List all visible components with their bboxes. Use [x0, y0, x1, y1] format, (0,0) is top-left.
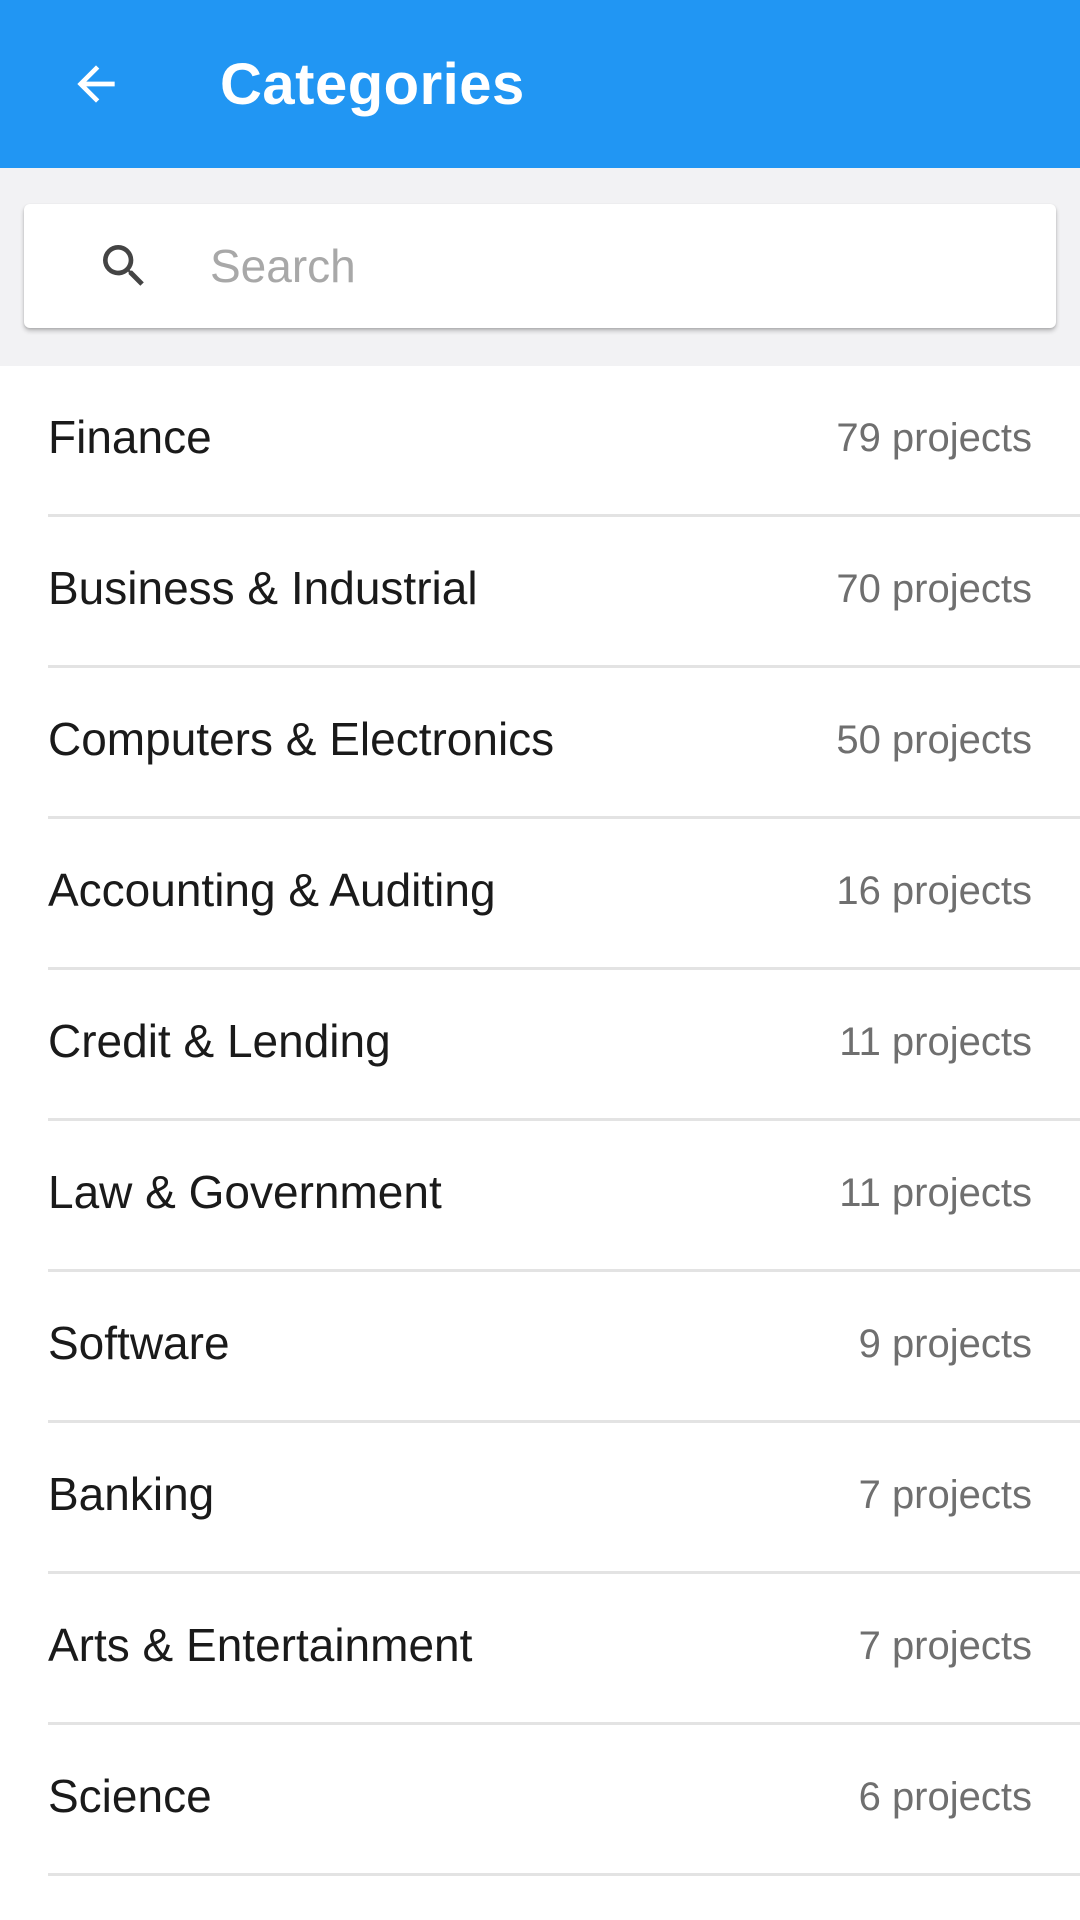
- category-count: 9 projects: [858, 1321, 1032, 1366]
- category-count: 79 projects: [836, 415, 1032, 460]
- page-title: Categories: [220, 51, 525, 117]
- category-count: 7 projects: [858, 1623, 1032, 1668]
- category-label: Credit & Lending: [48, 1015, 391, 1067]
- category-label: Accounting & Auditing: [48, 864, 496, 916]
- category-count: 50 projects: [836, 717, 1032, 762]
- category-row-law-government[interactable]: Law & Government 11 projects: [48, 1121, 1080, 1272]
- category-row-science[interactable]: Science 6 projects: [48, 1725, 1080, 1876]
- category-row-arts-entertainment[interactable]: Arts & Entertainment 7 projects: [48, 1574, 1080, 1725]
- arrow-left-icon: [77, 65, 115, 103]
- category-label: Business & Industrial: [48, 562, 478, 614]
- categories-screen: Categories Finance 79 projects Business …: [0, 0, 1080, 1920]
- category-row-banking[interactable]: Banking 7 projects: [48, 1423, 1080, 1574]
- category-label: Finance: [48, 411, 212, 463]
- back-button[interactable]: [48, 36, 144, 132]
- category-list: Finance 79 projects Business & Industria…: [0, 366, 1080, 1876]
- category-label: Banking: [48, 1468, 215, 1520]
- category-label: Science: [48, 1770, 212, 1822]
- category-count: 70 projects: [836, 566, 1032, 611]
- category-count: 6 projects: [858, 1774, 1032, 1819]
- category-count: 16 projects: [836, 868, 1032, 913]
- app-bar: Categories: [0, 0, 1080, 168]
- category-row-software[interactable]: Software 9 projects: [48, 1272, 1080, 1423]
- search-icon: [92, 234, 156, 298]
- category-label: Law & Government: [48, 1166, 442, 1218]
- category-count: 7 projects: [858, 1472, 1032, 1517]
- category-row-business-industrial[interactable]: Business & Industrial 70 projects: [48, 517, 1080, 668]
- search-box[interactable]: [24, 204, 1056, 328]
- category-label: Software: [48, 1317, 230, 1369]
- category-count: 11 projects: [839, 1019, 1032, 1064]
- search-area: [0, 168, 1080, 366]
- category-row-computers-electronics[interactable]: Computers & Electronics 50 projects: [48, 668, 1080, 819]
- category-row-finance[interactable]: Finance 79 projects: [48, 366, 1080, 517]
- category-label: Computers & Electronics: [48, 713, 555, 765]
- category-count: 11 projects: [839, 1170, 1032, 1215]
- category-label: Arts & Entertainment: [48, 1619, 473, 1671]
- category-row-accounting-auditing[interactable]: Accounting & Auditing 16 projects: [48, 819, 1080, 970]
- search-input[interactable]: [210, 226, 970, 306]
- category-row-credit-lending[interactable]: Credit & Lending 11 projects: [48, 970, 1080, 1121]
